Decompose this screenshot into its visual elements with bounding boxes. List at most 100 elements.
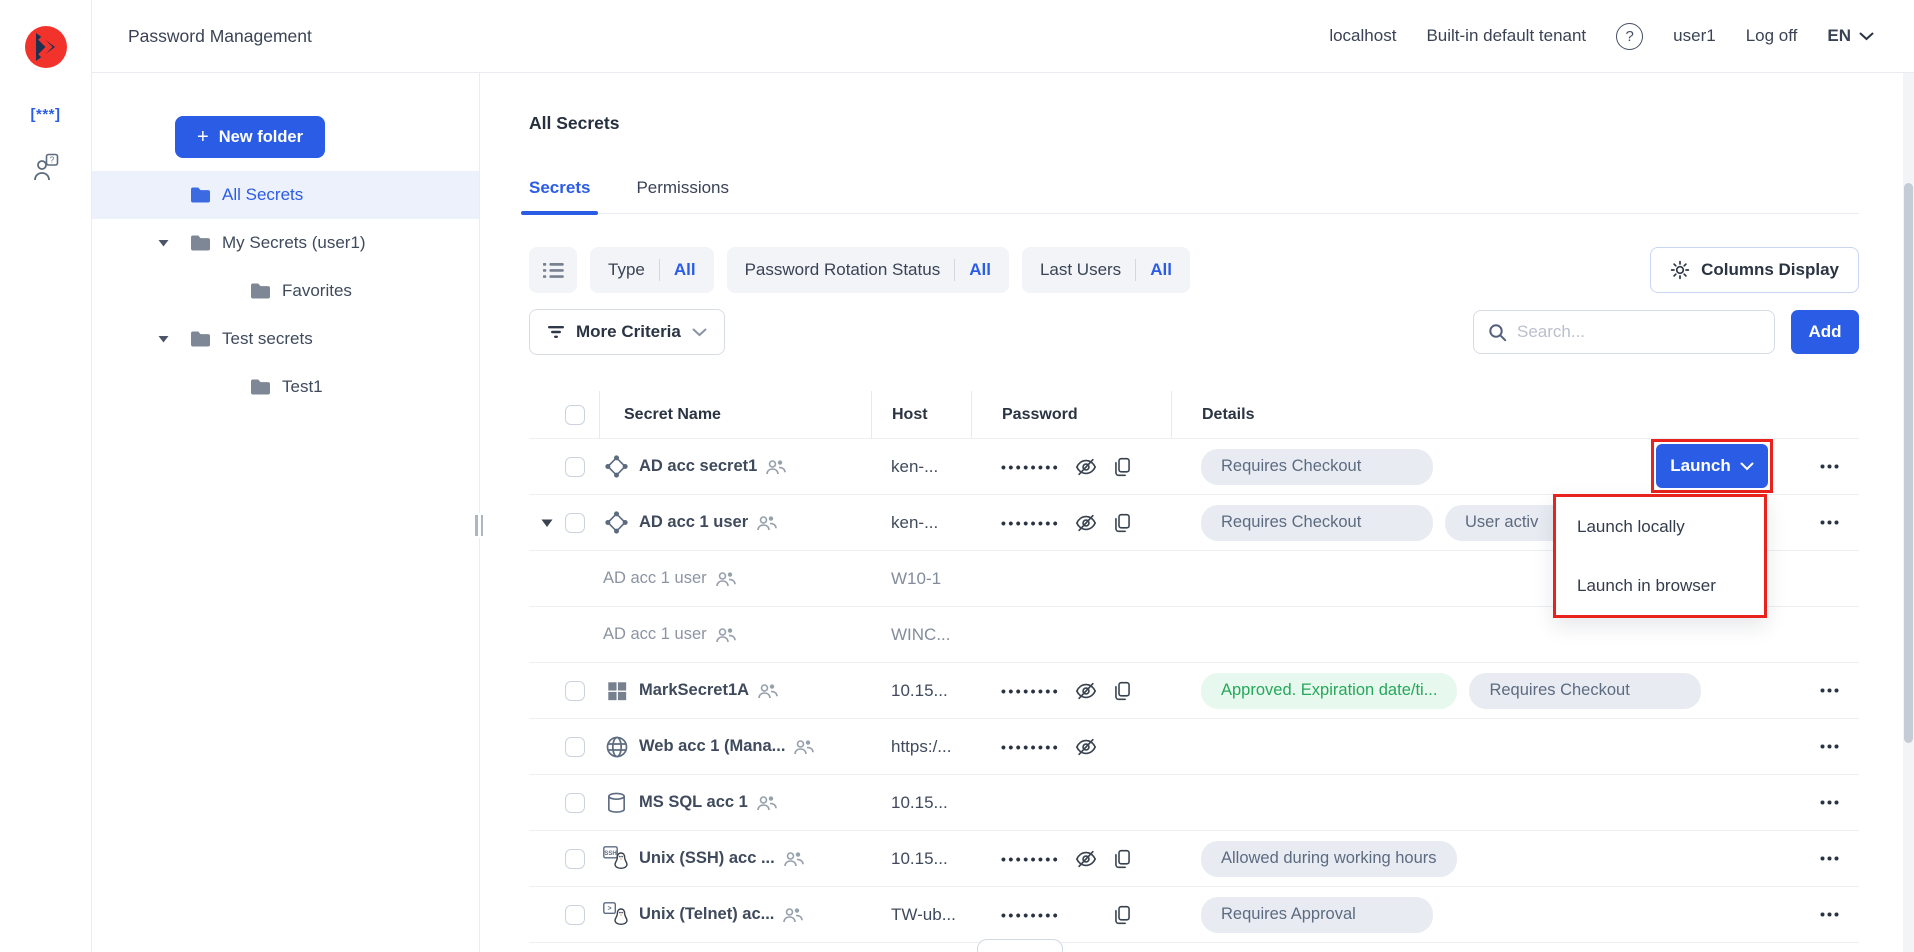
status-badge: Allowed during working hours [1201,841,1457,877]
filter-last-users[interactable]: Last Users All [1022,247,1190,293]
svg-text:?: ? [50,156,55,165]
app-logo [23,24,69,70]
table-row[interactable]: > Unix (Telnet) ac... TW-ub... •••••••• … [529,887,1859,943]
copy-password-icon[interactable] [1112,512,1133,534]
table-row[interactable]: MarkSecret1A 10.15... •••••••• Approved.… [529,663,1859,719]
filter-rotation-status[interactable]: Password Rotation Status All [727,247,1009,293]
row-checkbox[interactable] [565,793,585,813]
row-checkbox[interactable] [565,513,585,533]
table-row[interactable]: Web acc 1 (Mana... https:/... •••••••• [529,719,1859,775]
tab-permissions[interactable]: Permissions [636,178,729,213]
ellipsis-icon [1820,688,1839,693]
svg-text:>: > [607,905,611,912]
row-checkbox[interactable] [565,905,585,925]
masked-password: •••••••• [1001,683,1060,699]
unix-telnet-icon: > [603,902,630,928]
hide-password-icon[interactable] [1075,736,1097,758]
top-header: Password Management localhost Built-in d… [92,0,1914,73]
hide-password-icon[interactable] [1075,512,1097,534]
panel-resize-handle[interactable] [474,513,484,538]
new-folder-button[interactable]: + New folder [175,116,325,158]
row-checkbox[interactable] [565,737,585,757]
host-value: ken-... [871,457,971,477]
more-criteria-button[interactable]: More Criteria [529,309,725,355]
row-checkbox[interactable] [565,681,585,701]
language-label: EN [1827,26,1851,46]
collapse-row-icon[interactable] [541,518,553,527]
table-row[interactable]: MS SQL acc 1 10.15... [529,775,1859,831]
filter-bar: Type All Password Rotation Status All La… [529,247,1859,293]
list-icon [543,262,564,279]
table-header: Secret Name Host Password Details [529,391,1859,439]
approval-badge: Approved. Expiration date/ti... [1201,673,1457,709]
status-badge: Requires Approval [1201,897,1433,933]
language-selector[interactable]: EN [1827,26,1874,46]
row-menu-button[interactable] [1799,856,1859,861]
tree-item-test1[interactable]: Test1 [92,363,479,411]
collapse-icon[interactable] [158,335,169,343]
active-directory-icon [603,454,630,479]
chevron-down-icon [1859,32,1874,41]
app-window: [***] ? Password Management localhost Bu… [0,0,1914,952]
row-checkbox[interactable] [565,457,585,477]
search-input[interactable] [1517,322,1760,342]
col-password: Password [971,391,1171,438]
secret-name: Web acc 1 (Mana... [639,737,785,756]
accounts-icon [757,515,777,531]
tree-item-all-secrets[interactable]: All Secrets [92,171,479,219]
add-button[interactable]: Add [1791,310,1859,354]
host-value: TW-ub... [871,905,971,925]
columns-display-button[interactable]: Columns Display [1650,247,1859,293]
globe-icon [603,735,630,759]
secret-name: MarkSecret1A [639,681,749,700]
accounts-icon [784,851,804,867]
hide-password-icon[interactable] [1075,456,1097,478]
collapse-icon[interactable] [158,239,169,247]
password-vault-icon[interactable]: [***] [30,106,60,123]
secret-name: AD acc secret1 [639,457,757,476]
row-menu-button[interactable] [1799,464,1859,469]
tree-item-my-secrets[interactable]: My Secrets (user1) [92,219,479,267]
filter-type[interactable]: Type All [590,247,714,293]
help-icon[interactable]: ? [1616,23,1643,50]
tree-item-favorites[interactable]: Favorites [92,267,479,315]
secrets-table: Secret Name Host Password Details AD acc… [529,391,1859,943]
search-field[interactable] [1473,310,1775,354]
tab-bar: Secrets Permissions [529,178,1859,214]
table-row[interactable]: SSH Unix (SSH) acc ... 10.15... ••••••••… [529,831,1859,887]
status-badge: Requires Checkout [1201,505,1433,541]
left-rail: [***] ? [0,0,92,952]
row-menu-button[interactable] [1799,800,1859,805]
copy-password-icon[interactable] [1112,456,1133,478]
tree-item-test-secrets[interactable]: Test secrets [92,315,479,363]
menu-item-launch-locally[interactable]: Launch locally [1556,497,1764,556]
host-value: WINC... [871,625,971,645]
user-help-icon[interactable]: ? [32,153,59,183]
user-menu[interactable]: user1 [1673,26,1716,46]
copy-password-icon[interactable] [1112,680,1133,702]
secret-name: AD acc 1 user [639,513,748,532]
row-checkbox[interactable] [565,849,585,869]
row-menu-button[interactable] [1799,912,1859,917]
launch-button[interactable]: Launch [1656,444,1768,488]
col-secret-name: Secret Name [599,391,871,438]
folder-icon [250,283,271,300]
vertical-scrollbar[interactable] [1903,73,1914,952]
row-menu-button[interactable] [1799,520,1859,525]
hide-password-icon[interactable] [1075,680,1097,702]
folder-tree: All Secrets My Secrets (user1) Favorites [92,171,479,411]
menu-item-launch-in-browser[interactable]: Launch in browser [1556,556,1764,615]
secret-name: Unix (Telnet) ac... [639,905,774,924]
list-view-button[interactable] [529,247,577,293]
select-all-checkbox[interactable] [565,405,585,425]
copy-password-icon[interactable] [1112,848,1133,870]
hide-password-icon[interactable] [1075,848,1097,870]
logoff-button[interactable]: Log off [1746,26,1798,46]
tab-secrets[interactable]: Secrets [529,178,590,213]
row-menu-button[interactable] [1799,688,1859,693]
database-icon [603,791,630,815]
copy-password-icon[interactable] [1112,904,1133,926]
row-menu-button[interactable] [1799,744,1859,749]
plus-icon: + [197,126,209,149]
scrollbar-thumb[interactable] [1904,183,1913,743]
